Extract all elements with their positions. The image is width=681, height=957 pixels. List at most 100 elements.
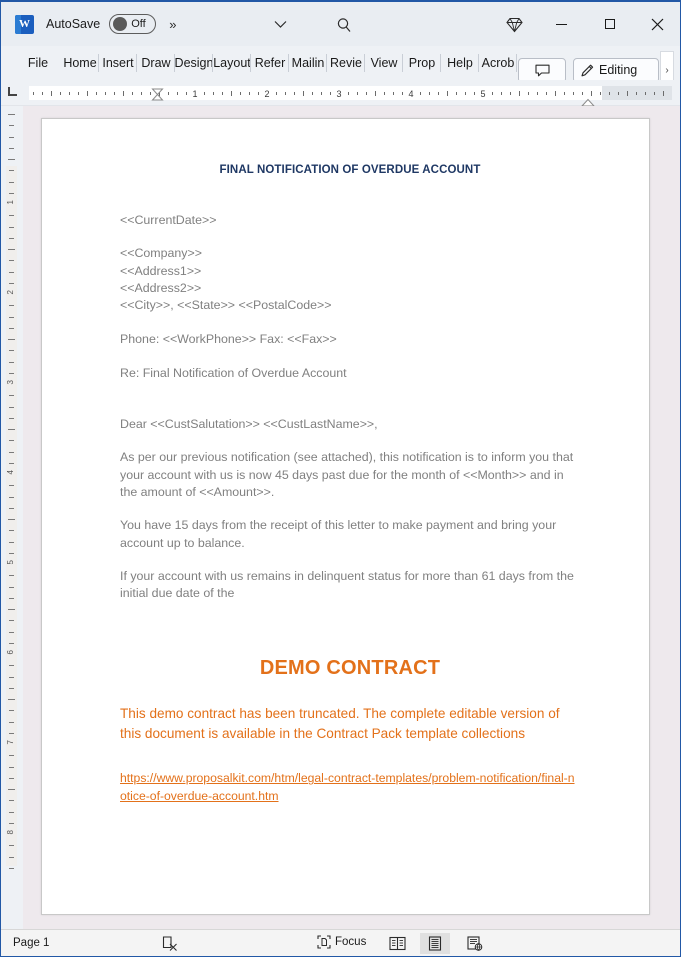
ruler-tick xyxy=(546,92,547,95)
ruler-tick xyxy=(519,91,520,96)
ruler-tick xyxy=(222,92,223,95)
body-paragraph-2: You have 15 days from the receipt of thi… xyxy=(120,518,557,550)
vertical-ruler-tick xyxy=(9,732,14,734)
vertical-ruler-tick xyxy=(9,530,14,532)
autosave-toggle[interactable]: Off xyxy=(109,14,157,34)
tab-mailings[interactable]: Mailin xyxy=(289,50,327,76)
horizontal-ruler[interactable]: 1 2 3 4 5 xyxy=(1,80,680,116)
vertical-ruler-tick xyxy=(9,260,14,262)
vertical-ruler-tick xyxy=(9,710,14,712)
ruler-tick xyxy=(591,91,592,96)
left-tab-stop-icon[interactable] xyxy=(8,87,17,96)
ruler-tick xyxy=(312,92,313,95)
read-mode-button[interactable] xyxy=(382,933,412,954)
vertical-ruler-tick xyxy=(8,519,15,520)
ruler-tick xyxy=(654,92,655,95)
first-line-indent-marker[interactable] xyxy=(151,88,164,108)
ruler-tick xyxy=(177,92,178,95)
vertical-ruler-tick xyxy=(9,226,14,228)
focus-mode-icon xyxy=(317,935,331,949)
comments-button[interactable] xyxy=(518,57,566,83)
quick-access-overflow-button[interactable]: » xyxy=(169,17,176,32)
vertical-ruler[interactable]: 1 2 3 4 5 6 7 8 xyxy=(1,106,23,932)
vertical-ruler-number: 2 xyxy=(6,290,15,295)
document-body[interactable]: FINAL NOTIFICATION OF OVERDUE ACCOUNT <<… xyxy=(120,164,580,805)
tab-home[interactable]: Home xyxy=(61,50,99,76)
vertical-ruler-tick xyxy=(9,372,14,374)
ruler-tick xyxy=(51,91,52,96)
diamond-icon[interactable] xyxy=(501,13,527,37)
print-layout-button[interactable] xyxy=(420,933,450,954)
vertical-ruler-tick xyxy=(9,215,14,217)
tab-review[interactable]: Revie xyxy=(327,50,365,76)
field-phone-fax: Phone: <<WorkPhone>> Fax: <<Fax>> xyxy=(120,332,337,347)
ruler-tick xyxy=(447,91,448,96)
tab-file[interactable]: File xyxy=(15,50,61,76)
vertical-ruler-number: 1 xyxy=(6,200,15,205)
vertical-ruler-tick xyxy=(9,856,14,858)
vertical-ruler-tick xyxy=(9,485,14,487)
ruler-tick xyxy=(627,91,628,96)
ruler-tick xyxy=(33,92,34,95)
web-layout-button[interactable] xyxy=(460,933,490,954)
field-company: <<Company>> xyxy=(120,246,202,261)
tab-view[interactable]: View xyxy=(365,50,403,76)
tab-acrobat-label: Acrob xyxy=(481,56,515,70)
vertical-ruler-tick xyxy=(8,339,15,340)
focus-mode-button[interactable]: Focus xyxy=(317,935,366,949)
vertical-ruler-tick xyxy=(9,620,14,622)
ruler-tick xyxy=(510,92,511,95)
ruler-tick xyxy=(285,92,286,95)
tab-insert[interactable]: Insert xyxy=(99,50,137,76)
chevron-down-icon[interactable] xyxy=(269,15,291,33)
ruler-tick xyxy=(294,92,295,95)
vertical-ruler-tick xyxy=(9,282,14,284)
vertical-ruler-tick xyxy=(9,867,14,869)
ruler-tick xyxy=(231,91,232,96)
ruler-tick xyxy=(123,91,124,96)
demo-contract-heading: DEMO CONTRACT xyxy=(259,657,441,680)
ruler-number: 4 xyxy=(408,89,414,99)
vertical-ruler-tick xyxy=(9,417,14,419)
ruler-tick xyxy=(420,92,421,95)
ruler-tick xyxy=(663,91,664,96)
vertical-ruler-tick xyxy=(9,575,14,577)
maximize-button[interactable] xyxy=(586,2,633,46)
vertical-ruler-tick xyxy=(9,350,14,352)
tab-mailings-label: Mailin xyxy=(291,56,325,70)
vertical-ruler-tick xyxy=(9,395,14,397)
vertical-ruler-number: 3 xyxy=(6,380,15,385)
tab-references[interactable]: Refer xyxy=(251,50,289,76)
vertical-ruler-tick xyxy=(9,755,14,757)
vertical-ruler-tick xyxy=(8,114,15,115)
document-canvas[interactable]: FINAL NOTIFICATION OF OVERDUE ACCOUNT <<… xyxy=(23,106,680,932)
ruler-tick xyxy=(456,92,457,95)
tab-design-label: Design xyxy=(175,56,213,70)
tab-proposal[interactable]: Prop xyxy=(403,50,441,76)
page-number-indicator[interactable]: Page 1 xyxy=(13,937,49,949)
close-button[interactable] xyxy=(634,2,680,46)
tab-design[interactable]: Design xyxy=(175,50,213,76)
tab-draw[interactable]: Draw xyxy=(137,50,175,76)
document-page[interactable]: FINAL NOTIFICATION OF OVERDUE ACCOUNT <<… xyxy=(41,118,650,915)
tab-help[interactable]: Help xyxy=(441,50,479,76)
ruler-tick xyxy=(78,92,79,95)
ruler-tick xyxy=(582,92,583,95)
body-paragraph-1: As per our previous notification (see at… xyxy=(120,450,574,499)
vertical-ruler-tick xyxy=(9,676,14,678)
editing-mode-button[interactable]: Editing xyxy=(573,57,659,83)
ruler-tick xyxy=(330,92,331,95)
close-icon xyxy=(651,18,664,30)
vertical-ruler-tick xyxy=(9,192,14,194)
tab-layout[interactable]: Layout xyxy=(213,50,251,76)
vertical-ruler-tick xyxy=(9,665,14,667)
vertical-ruler-tick xyxy=(9,361,14,363)
ruler-tick xyxy=(42,92,43,95)
vertical-ruler-tick xyxy=(8,699,15,700)
tab-insert-label: Insert xyxy=(102,56,134,70)
search-icon[interactable] xyxy=(332,14,356,36)
demo-contract-link[interactable]: https://www.proposalkit.com/htm/legal-co… xyxy=(120,770,580,805)
minimize-button[interactable] xyxy=(538,2,585,46)
proofing-errors-icon[interactable] xyxy=(159,934,181,953)
ruler-tick xyxy=(600,92,601,95)
